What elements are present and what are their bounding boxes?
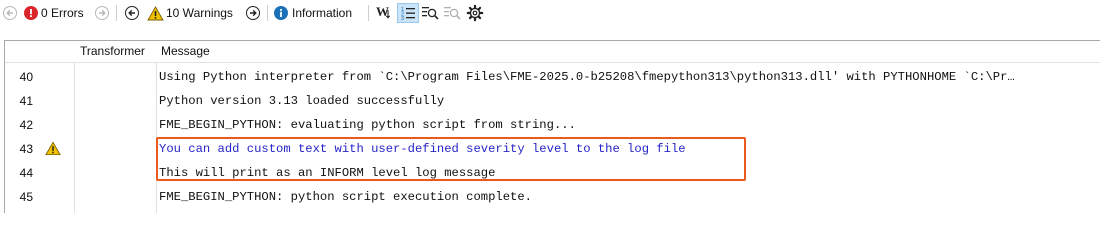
log-message: FME_BEGIN_PYTHON: evaluating python scri… (159, 118, 576, 132)
row-number: 45 (19, 190, 33, 204)
log-settings-button[interactable] (466, 3, 484, 23)
find-next-button[interactable] (443, 3, 461, 23)
error-icon (24, 6, 38, 20)
toolbar-separator (267, 5, 268, 21)
log-row[interactable]: 40 Using Python interpreter from `C:\Pro… (5, 65, 1100, 89)
word-wrap-icon: W (376, 4, 391, 19)
information-label: Information (292, 6, 353, 20)
svg-text:3: 3 (401, 16, 404, 21)
warning-icon (147, 5, 164, 20)
warnings-filter-button[interactable]: 10 Warnings (147, 3, 233, 23)
arrow-left-icon (125, 6, 139, 20)
info-icon (274, 6, 288, 20)
log-row[interactable]: 45 FME_BEGIN_PYTHON: python script execu… (5, 185, 1100, 209)
row-number: 43 (19, 142, 33, 156)
next-error-button[interactable] (95, 3, 109, 23)
column-header-transformer[interactable]: Transformer (80, 41, 145, 62)
search-list-icon (422, 7, 439, 20)
errors-label: 0 Errors (41, 6, 84, 20)
row-number: 41 (19, 94, 33, 108)
arrow-right-icon (246, 6, 260, 20)
word-wrap-button[interactable]: W (375, 3, 393, 23)
find-in-log-button[interactable] (421, 3, 439, 23)
row-number: 40 (19, 70, 33, 84)
column-header-message[interactable]: Message (161, 41, 210, 62)
warning-icon (45, 141, 61, 156)
errors-filter-button[interactable]: 0 Errors (24, 3, 84, 23)
log-table[interactable]: Transformer Message 40 Using Python inte… (4, 40, 1100, 213)
log-message: Python version 3.13 loaded successfully (159, 94, 445, 108)
numbered-list-icon: 1 2 3 (401, 7, 415, 21)
previous-error-button[interactable] (3, 3, 17, 23)
arrow-right-icon (95, 6, 109, 20)
arrow-left-icon (3, 6, 17, 20)
log-message: Using Python interpreter from `C:\Progra… (159, 70, 1015, 84)
next-warning-button[interactable] (246, 3, 260, 23)
previous-warning-button[interactable] (125, 3, 139, 23)
log-row[interactable]: 41 Python version 3.13 loaded successful… (5, 89, 1100, 113)
toolbar-separator (368, 5, 369, 21)
toolbar-separator (116, 5, 117, 21)
warnings-label: 10 Warnings (166, 6, 233, 20)
row-number: 42 (19, 118, 33, 132)
gear-icon (466, 4, 484, 22)
information-filter-button[interactable]: Information (274, 3, 352, 23)
log-row[interactable]: 42 FME_BEGIN_PYTHON: evaluating python s… (5, 113, 1100, 137)
highlight-box (156, 137, 746, 181)
row-number: 44 (19, 166, 33, 180)
log-toolbar: 0 Errors 10 Warnings Information W 1 2 3 (0, 0, 1100, 26)
log-message: FME_BEGIN_PYTHON: python script executio… (159, 190, 532, 204)
line-numbers-toggle[interactable]: 1 2 3 (397, 3, 419, 23)
search-list-icon (444, 7, 461, 20)
log-table-header: Transformer Message (5, 41, 1100, 63)
